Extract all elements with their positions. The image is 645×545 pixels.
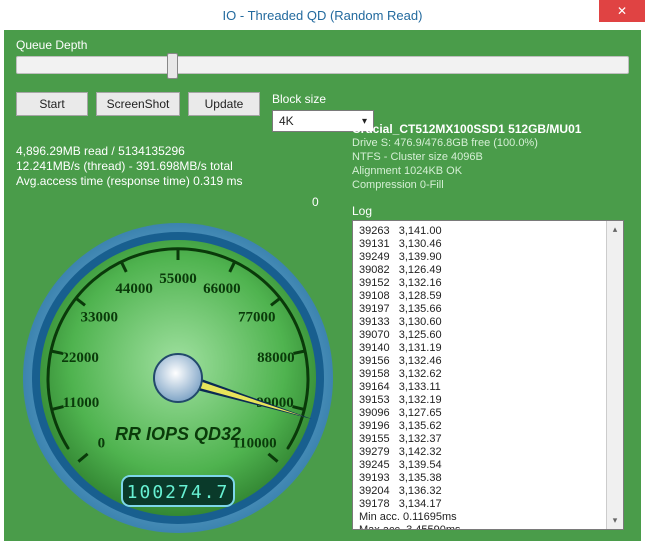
log-max: Max acc. 3.45590ms xyxy=(359,524,617,530)
gauge-title: RR IOPS QD32 xyxy=(115,424,241,444)
log-line: 39070 3,125.60 xyxy=(359,329,617,342)
close-icon: ✕ xyxy=(617,4,627,18)
log-line: 39158 3,132.62 xyxy=(359,368,617,381)
log-line: 39082 3,126.49 xyxy=(359,264,617,277)
device-line-2: NTFS - Cluster size 4096B xyxy=(352,150,629,164)
gauge-tick-label: 22000 xyxy=(61,350,99,366)
log-line: 39193 3,135.38 xyxy=(359,472,617,485)
gauge-tick-label: 66000 xyxy=(203,281,241,297)
log-line: 39152 3,132.16 xyxy=(359,277,617,290)
log-line: 39204 3,136.32 xyxy=(359,485,617,498)
log-line: 39131 3,130.46 xyxy=(359,238,617,251)
start-button[interactable]: Start xyxy=(16,92,88,116)
queue-depth-label: Queue Depth xyxy=(16,38,629,52)
update-button[interactable]: Update xyxy=(188,92,260,116)
log-line: 39108 3,128.59 xyxy=(359,290,617,303)
scroll-down-icon[interactable]: ▾ xyxy=(607,512,623,529)
log-box[interactable]: 39263 3,141.00 39131 3,130.46 39249 3,13… xyxy=(352,220,624,530)
gauge-readout: 100274.7 xyxy=(127,482,230,503)
log-line: 39156 3,132.46 xyxy=(359,355,617,368)
screenshot-button[interactable]: ScreenShot xyxy=(96,92,180,116)
gauge-tick-label: 0 xyxy=(98,435,106,451)
gauge: 0 11000 22000 33000 44000 55000 66000 77000 8800… xyxy=(18,218,338,538)
log-line: 39140 3,131.19 xyxy=(359,342,617,355)
log-line: 39263 3,141.00 xyxy=(359,225,617,238)
slider-thumb[interactable] xyxy=(167,53,178,79)
content-panel: Queue Depth Start ScreenShot Update Bloc… xyxy=(4,30,641,541)
device-line-4: Compression 0-Fill xyxy=(352,178,629,192)
log-line: 39164 3,133.11 xyxy=(359,381,617,394)
log-line: 39249 3,139.90 xyxy=(359,251,617,264)
log-line: 39155 3,132.37 xyxy=(359,433,617,446)
gauge-tick-label: 77000 xyxy=(238,309,276,325)
device-title: Crucial_CT512MX100SSD1 512GB/MU01 xyxy=(352,122,629,136)
app-window: IO - Threaded QD (Random Read) ✕ Queue D… xyxy=(0,0,645,545)
log-line: 39153 3,132.19 xyxy=(359,394,617,407)
log-label: Log xyxy=(352,204,629,218)
scroll-up-icon[interactable]: ▴ xyxy=(607,221,623,238)
close-button[interactable]: ✕ xyxy=(599,0,645,22)
block-size-label: Block size xyxy=(272,92,374,106)
device-line-3: Alignment 1024KB OK xyxy=(352,164,629,178)
log-line: 39096 3,127.65 xyxy=(359,407,617,420)
log-line: 39133 3,130.60 xyxy=(359,316,617,329)
device-line-1: Drive S: 476.9/476.8GB free (100.0%) xyxy=(352,136,629,150)
log-line: 39245 3,139.54 xyxy=(359,459,617,472)
right-column: Crucial_CT512MX100SSD1 512GB/MU01 Drive … xyxy=(352,122,629,530)
log-scrollbar[interactable]: ▴ ▾ xyxy=(606,221,623,529)
gauge-svg: 0 11000 22000 33000 44000 55000 66000 77000 8800… xyxy=(18,218,338,538)
titlebar: IO - Threaded QD (Random Read) ✕ xyxy=(0,0,645,30)
window-title: IO - Threaded QD (Random Read) xyxy=(223,8,423,23)
gauge-tick-label: 11000 xyxy=(63,395,100,411)
log-line: 39196 3,135.62 xyxy=(359,420,617,433)
log-line: 39197 3,135.66 xyxy=(359,303,617,316)
queue-depth-slider[interactable] xyxy=(16,56,629,74)
gauge-tick-label: 44000 xyxy=(115,281,153,297)
log-line: 39279 3,142.32 xyxy=(359,446,617,459)
log-min: Min acc. 0.11695ms xyxy=(359,511,617,524)
zero-marker: 0 xyxy=(312,195,319,209)
gauge-tick-label: 55000 xyxy=(159,271,197,287)
block-size-value: 4K xyxy=(279,114,294,128)
gauge-tick-label: 33000 xyxy=(80,309,118,325)
gauge-tick-label: 88000 xyxy=(257,350,295,366)
log-line: 39178 3,134.17 xyxy=(359,498,617,511)
